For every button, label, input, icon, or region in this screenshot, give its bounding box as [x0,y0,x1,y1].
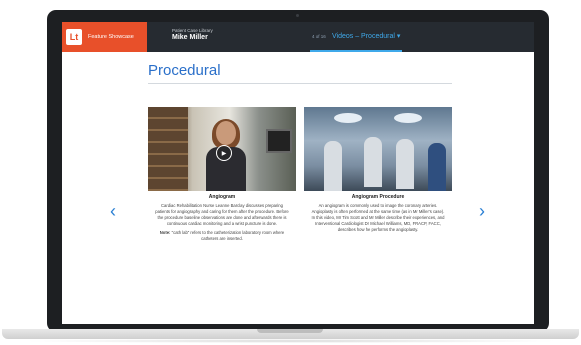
brand-logo: Lt [66,29,82,45]
app-screen: Lt Feature Showcase Patient Case Library… [62,22,534,324]
case-info: Patient Case Library Mike Miller [172,28,213,41]
top-bar: Lt Feature Showcase Patient Case Library… [62,22,534,52]
video-card: Angiogram Procedure An angiogram is comm… [304,107,452,233]
previous-arrow-icon[interactable]: ‹ [110,202,116,220]
laptop-shadow [20,339,561,343]
play-icon[interactable]: ▶ [216,145,232,161]
staff-figure [364,137,382,187]
case-library-label: Patient Case Library [172,28,213,33]
next-arrow-icon[interactable]: › [479,202,485,220]
video-title: Angiogram [208,194,236,200]
staff-figure [324,141,342,191]
video-note: Note: "cath lab" refers to the catheteri… [148,230,296,242]
patient-name: Mike Miller [172,34,208,41]
video-title: Angiogram Procedure [351,194,405,200]
title-divider [148,83,452,84]
section-dropdown[interactable]: Videos – Procedural ▾ [332,32,400,40]
brand-area[interactable]: Lt Feature Showcase [62,22,147,52]
page-counter: 4 of 16 [312,34,326,39]
video-card: ▶ Angiogram Cardiac Rehabilitation Nurse… [148,107,296,242]
note-text: "cath lab" refers to the catheterization… [171,230,285,241]
video-thumbnail[interactable] [304,107,452,191]
brand-label: Feature Showcase [88,34,134,40]
bookshelf-image [148,107,188,191]
surgical-lamp-image [394,113,422,123]
video-thumbnail[interactable]: ▶ [148,107,296,191]
laptop-frame: Lt Feature Showcase Patient Case Library… [47,10,549,332]
webcam [296,14,299,17]
video-description: An angiogram is commonly used to image t… [311,203,445,232]
video-description: Cardiac Rehabilitation Nurse Leanne Barc… [155,203,289,226]
staff-figure [396,139,414,189]
staff-figure [428,143,446,191]
surgical-lamp-image [334,113,362,123]
note-label: Note: [159,230,171,235]
laptop-notch [257,329,323,333]
page-title: Procedural [148,62,221,79]
active-section-indicator [310,50,402,52]
monitor-image [266,129,292,153]
